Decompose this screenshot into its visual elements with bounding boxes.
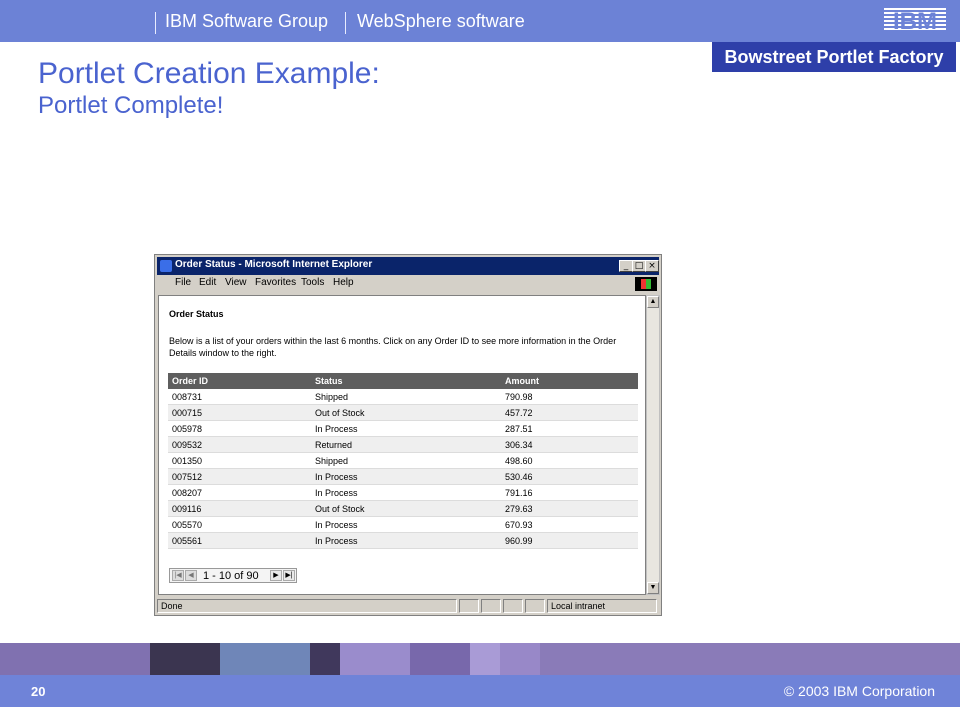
menu-tools[interactable]: Tools xyxy=(301,277,324,288)
footer-image-band xyxy=(0,643,960,675)
order-id-link[interactable]: 007512 xyxy=(172,472,202,482)
order-status: In Process xyxy=(315,536,358,546)
order-id-link[interactable]: 008207 xyxy=(172,488,202,498)
order-amount: 791.16 xyxy=(505,488,533,498)
order-id-link[interactable]: 005561 xyxy=(172,536,202,546)
status-panel xyxy=(459,599,479,613)
status-panel xyxy=(525,599,545,613)
status-text: Done xyxy=(161,601,183,611)
page-description: Below is a list of your orders within th… xyxy=(169,336,617,358)
table-header: Order ID Status Amount xyxy=(168,373,638,389)
status-text-cell: Done xyxy=(157,599,457,613)
header-bar: IBM Software Group WebSphere software IB… xyxy=(0,0,960,42)
scroll-up-icon[interactable]: ▲ xyxy=(647,296,659,308)
menu-favorites[interactable]: Favorites xyxy=(255,277,296,288)
order-amount: 530.46 xyxy=(505,472,533,482)
minimize-button[interactable]: _ xyxy=(619,260,633,272)
order-status: In Process xyxy=(315,472,358,482)
table-row: 000715 Out of Stock 457.72 xyxy=(168,405,638,421)
browser-title-bar: Order Status - Microsoft Internet Explor… xyxy=(157,257,659,275)
order-status: In Process xyxy=(315,424,358,434)
previous-page-icon[interactable]: ◀ xyxy=(185,570,197,581)
first-page-icon[interactable]: |◀ xyxy=(172,570,184,581)
table-row: 005570 In Process 670.93 xyxy=(168,517,638,533)
status-panel xyxy=(481,599,501,613)
zone-cell: Local intranet xyxy=(547,599,657,613)
order-status: Shipped xyxy=(315,456,349,466)
order-status: Out of Stock xyxy=(315,504,365,514)
status-panel xyxy=(503,599,523,613)
order-status: Returned xyxy=(315,440,353,450)
table-row: 007512 In Process 530.46 xyxy=(168,469,638,485)
order-amount: 306.34 xyxy=(505,440,533,450)
order-amount: 279.63 xyxy=(505,504,533,514)
header-separator xyxy=(155,12,156,34)
header-separator xyxy=(345,12,346,34)
order-id-link[interactable]: 000715 xyxy=(172,408,202,418)
order-status: In Process xyxy=(315,520,358,530)
ibm-logo: IBM xyxy=(884,8,946,34)
windows-logo-icon xyxy=(635,277,657,291)
browser-window-title: Order Status - Microsoft Internet Explor… xyxy=(175,259,373,270)
table-row: 008731 Shipped 790.98 xyxy=(168,389,638,405)
order-id-link[interactable]: 001350 xyxy=(172,456,202,466)
order-amount: 457.72 xyxy=(505,408,533,418)
order-amount: 498.60 xyxy=(505,456,533,466)
ibm-logo-text: IBM xyxy=(893,8,937,34)
page-heading: Order Status xyxy=(169,309,224,319)
table-row: 001350 Shipped 498.60 xyxy=(168,453,638,469)
order-id-link[interactable]: 005570 xyxy=(172,520,202,530)
menu-file[interactable]: File xyxy=(175,277,191,288)
slide-title: Portlet Creation Example: xyxy=(38,57,380,90)
menu-bar: File Edit View Favorites Tools Help xyxy=(157,275,659,293)
ie-icon xyxy=(160,260,172,272)
order-id-link[interactable]: 008731 xyxy=(172,392,202,402)
intranet-zone-label: Local intranet xyxy=(551,601,606,611)
table-row: 009116 Out of Stock 279.63 xyxy=(168,501,638,517)
slide-subtitle: Portlet Complete! xyxy=(38,92,224,119)
vertical-scrollbar[interactable]: ▲ ▼ xyxy=(646,295,660,595)
browser-content: Order Status Below is a list of your ord… xyxy=(158,295,646,595)
menu-help[interactable]: Help xyxy=(333,277,354,288)
scroll-down-icon[interactable]: ▼ xyxy=(647,582,659,594)
copyright-notice: © 2003 IBM Corporation xyxy=(783,683,935,699)
orders-table: Order ID Status Amount 008731 Shipped 79… xyxy=(168,373,638,549)
status-bar: Done Local intranet xyxy=(157,598,659,614)
product-subtitle-box: Bowstreet Portlet Factory xyxy=(712,42,956,72)
pagination-range: 1 - 10 of 90 xyxy=(203,570,259,582)
table-row: 005978 In Process 287.51 xyxy=(168,421,638,437)
table-row: 009532 Returned 306.34 xyxy=(168,437,638,453)
table-row: 008207 In Process 791.16 xyxy=(168,485,638,501)
group-label: IBM Software Group xyxy=(165,11,329,31)
order-status: In Process xyxy=(315,488,358,498)
menu-view[interactable]: View xyxy=(225,277,247,288)
close-button[interactable]: × xyxy=(645,260,659,272)
column-status: Status xyxy=(315,376,343,386)
order-id-link[interactable]: 009116 xyxy=(172,504,201,514)
last-page-icon[interactable]: ▶| xyxy=(283,570,295,581)
order-amount: 960.99 xyxy=(505,536,533,546)
column-order-id: Order ID xyxy=(172,376,209,386)
order-id-link[interactable]: 005978 xyxy=(172,424,202,434)
pagination-control: |◀ ◀ 1 - 10 of 90 ▶ ▶| xyxy=(169,568,297,583)
page-number: 20 xyxy=(31,684,46,699)
order-status: Out of Stock xyxy=(315,408,365,418)
menu-edit[interactable]: Edit xyxy=(199,277,216,288)
order-status: Shipped xyxy=(315,392,349,402)
order-id-link[interactable]: 009532 xyxy=(172,440,202,450)
browser-window: Order Status - Microsoft Internet Explor… xyxy=(154,254,662,616)
order-amount: 287.51 xyxy=(505,424,533,434)
table-row: 005561 In Process 960.99 xyxy=(168,533,638,549)
order-amount: 670.93 xyxy=(505,520,533,530)
maximize-button[interactable]: □ xyxy=(632,260,646,272)
column-amount: Amount xyxy=(505,376,539,386)
next-page-icon[interactable]: ▶ xyxy=(270,570,282,581)
product-label: WebSphere software xyxy=(357,11,525,31)
order-amount: 790.98 xyxy=(505,392,533,402)
